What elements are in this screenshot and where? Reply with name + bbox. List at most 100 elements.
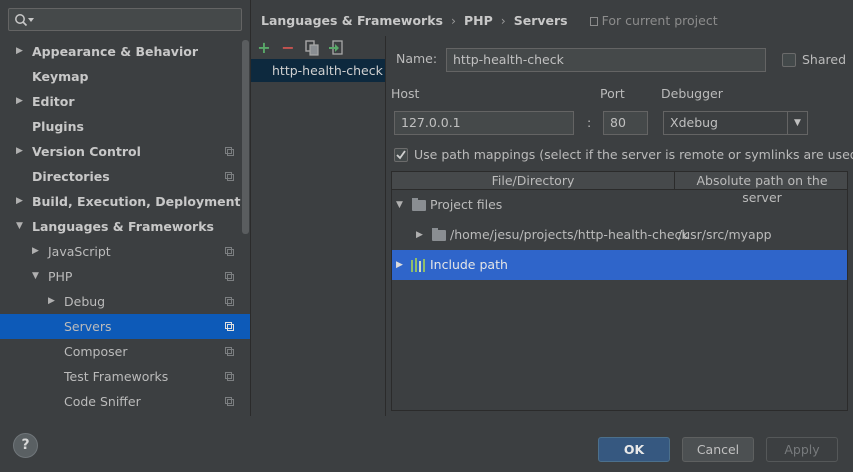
tree-item-label: Code Sniffer [64,394,141,409]
collapsed-arrow-icon[interactable]: ▶ [416,220,423,250]
tree-item-label: JavaScript [48,244,111,259]
server-list-item[interactable]: http-health-check [251,59,385,82]
cancel-button[interactable]: Cancel [682,437,754,462]
project-level-icon [225,397,234,406]
tree-item[interactable]: ▶ Debug [0,289,250,314]
project-level-icon [225,322,234,331]
tree-item[interactable]: ▶ Appearance & Behavior [0,39,250,64]
debugger-label: Debugger [661,86,723,101]
project-level-icon [225,372,234,381]
tree-item[interactable]: ▼ Languages & Frameworks [0,214,250,239]
tree-item[interactable]: ▶ Build, Execution, Deployment [0,189,250,214]
port-label: Port [600,86,625,101]
import-icon [329,40,343,55]
tree-item[interactable]: ▼ PHP [0,264,250,289]
tree-item-label: Directories [32,169,110,184]
tree-item[interactable]: Composer [0,339,250,364]
tree-item[interactable]: Servers [0,314,250,339]
path-mappings-table: File/Directory Absolute path on the serv… [391,171,848,411]
tree-item-label: Languages & Frameworks [32,219,214,234]
collapsed-arrow-icon[interactable]: ▶ [16,39,26,64]
collapsed-arrow-icon[interactable]: ▶ [48,289,58,314]
table-row[interactable]: ▶ /home/jesu/projects/http-health-check/u… [392,220,847,250]
table-row[interactable]: ▶ Include path [392,250,847,280]
tree-item[interactable]: Keymap [0,64,250,89]
host-field[interactable]: 127.0.0.1 [394,111,574,135]
search-icon [15,14,34,27]
tree-item[interactable]: ▶ JavaScript [0,239,250,264]
tree-item-label: Composer [64,344,128,359]
project-level-icon [225,247,234,256]
shared-label: Shared [802,52,847,67]
project-level-icon [225,347,234,356]
collapsed-arrow-icon[interactable]: ▶ [396,250,403,280]
project-scope-text: For current project [601,13,718,28]
search-input[interactable] [8,8,242,31]
project-level-icon [225,147,234,156]
tree-item-label: Appearance & Behavior [32,44,198,59]
name-field[interactable]: http-health-check [446,48,766,72]
help-button[interactable]: ? [13,433,38,458]
host-label: Host [391,86,420,101]
tree-item[interactable]: ▶ Version Control [0,139,250,164]
collapsed-arrow-icon[interactable]: ▶ [32,239,42,264]
expanded-arrow-icon[interactable]: ▼ [396,190,403,220]
tree-item[interactable]: Directories [0,164,250,189]
folder-icon [432,228,446,241]
shared-checkbox[interactable] [782,53,796,67]
collapsed-arrow-icon[interactable]: ▶ [16,189,26,214]
remove-server-button[interactable]: − [279,38,297,58]
table-header: File/Directory Absolute path on the serv… [392,172,849,205]
tree-item[interactable]: Test Frameworks [0,364,250,389]
breadcrumb-separator: › [500,13,506,28]
tree-item-label: Keymap [32,69,89,84]
tree-item-label: Version Control [32,144,141,159]
breadcrumb-item-languages: Languages & Frameworks [261,13,443,28]
host-port-separator: : [587,115,592,130]
tree-item[interactable]: ▶ Editor [0,89,250,114]
path-mappings-checkbox[interactable] [394,148,408,162]
tree-item-label: Servers [64,319,112,334]
breadcrumb-item-servers: Servers [513,13,568,28]
tree-item[interactable]: Plugins [0,114,250,139]
project-level-icon [225,272,234,281]
port-field[interactable]: 80 [603,111,648,135]
breadcrumb-separator: › [450,13,456,28]
debugger-value: Xdebug [670,115,718,130]
checkmark-icon [396,150,406,160]
server-path-cell[interactable]: /usr/src/myapp [678,220,772,250]
local-path-cell: /home/jesu/projects/http-health-check [450,227,689,242]
collapsed-arrow-icon[interactable]: ▶ [16,139,26,164]
server-list-panel: + − http-health-check [251,36,386,416]
tree-item-label: Build, Execution, Deployment [32,194,241,209]
column-header-server-path[interactable]: Absolute path on the server [674,172,849,205]
tree-item-label: Editor [32,94,75,109]
debugger-select[interactable]: Xdebug ▼ [663,111,808,135]
library-icon [411,258,425,272]
settings-tree: ▶ Appearance & Behavior Keymap ▶ Editor Plugi… [0,39,250,414]
ok-button[interactable]: OK [598,437,670,462]
project-scope-label: For current project [589,13,718,28]
expanded-arrow-icon[interactable]: ▼ [16,214,26,239]
table-row[interactable]: ▼ Project files [392,190,847,220]
copy-server-button[interactable] [303,38,321,58]
local-path-cell: Project files [430,197,503,212]
expanded-arrow-icon[interactable]: ▼ [32,264,42,289]
collapsed-arrow-icon[interactable]: ▶ [16,89,26,114]
folder-icon [412,198,426,211]
path-mappings-label: Use path mappings (select if the server … [414,147,853,162]
breadcrumb: Languages & Frameworks › PHP › Servers For cu… [261,12,718,30]
add-server-button[interactable]: + [255,38,273,58]
import-server-button[interactable] [327,38,345,58]
local-path-cell: Include path [430,257,508,272]
breadcrumb-item-php: PHP [463,13,493,28]
tree-item-label: Debug [64,294,106,309]
sidebar-scrollbar[interactable] [242,40,249,234]
apply-button[interactable]: Apply [766,437,838,462]
tree-item-label: Plugins [32,119,84,134]
settings-sidebar: ▶ Appearance & Behavior Keymap ▶ Editor Plugi… [0,0,251,416]
tree-item-label: Test Frameworks [64,369,169,384]
tree-item[interactable]: Code Sniffer [0,389,250,414]
project-level-icon [225,297,234,306]
column-header-file-directory[interactable]: File/Directory [392,172,674,189]
